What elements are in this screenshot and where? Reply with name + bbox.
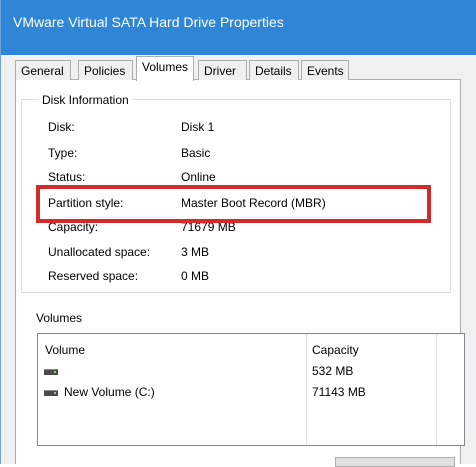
disk-information-legend: Disk Information [39, 93, 132, 107]
type-value: Basic [181, 146, 211, 160]
tab-volumes[interactable]: Volumes [136, 56, 194, 81]
drive-icon [44, 390, 58, 396]
tab-general[interactable]: General [15, 60, 71, 80]
properties-dialog: VMware Virtual SATA Hard Drive Propertie… [0, 0, 476, 467]
volume-capacity: 71143 MB [312, 385, 366, 399]
unallocated-space-value: 3 MB [181, 245, 210, 259]
status-label: Status: [48, 170, 86, 184]
reserved-space-value: 0 MB [181, 269, 210, 283]
properties-button[interactable] [335, 457, 455, 467]
volumes-section-label: Volumes [36, 311, 83, 325]
volume-capacity: 532 MB [312, 364, 354, 378]
partition-style-highlight [36, 185, 431, 223]
tab-events[interactable]: Events [301, 60, 349, 80]
disk-label: Disk: [48, 120, 75, 134]
window-title: VMware Virtual SATA Hard Drive Propertie… [13, 14, 284, 30]
capacity-column-header[interactable]: Capacity [312, 343, 359, 357]
tab-policies[interactable]: Policies [78, 60, 133, 80]
disk-value: Disk 1 [181, 120, 215, 134]
status-value: Online [181, 170, 216, 184]
column-separator[interactable] [436, 334, 437, 445]
tab-details[interactable]: Details [249, 60, 299, 80]
column-separator[interactable] [306, 334, 307, 445]
reserved-space-label: Reserved space: [48, 269, 139, 283]
tab-strip: General Policies Volumes Driver Details … [15, 56, 461, 81]
volume-name: New Volume (C:) [64, 385, 155, 399]
volume-column-header[interactable]: Volume [45, 343, 85, 357]
type-label: Type: [48, 146, 78, 160]
unallocated-space-label: Unallocated space: [48, 245, 151, 259]
tab-driver[interactable]: Driver [198, 60, 247, 80]
volumes-list[interactable]: Volume Capacity 532 MB New Volume (C:) 7… [37, 333, 465, 446]
title-bar[interactable]: VMware Virtual SATA Hard Drive Propertie… [1, 0, 476, 55]
drive-icon [44, 369, 58, 375]
